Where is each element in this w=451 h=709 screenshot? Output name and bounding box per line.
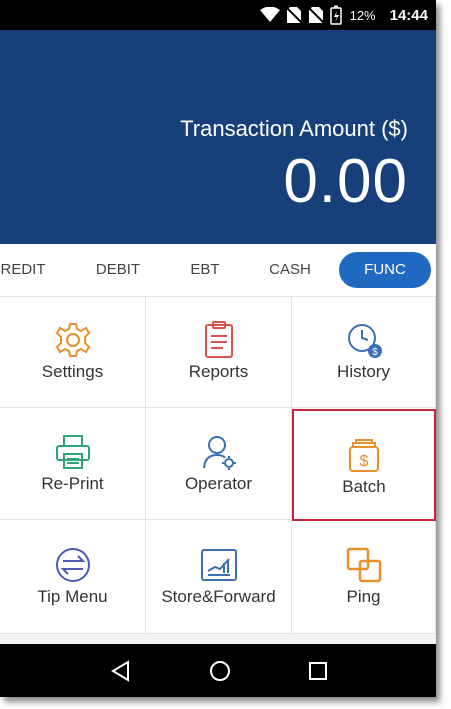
- tab-cash[interactable]: CASH: [258, 244, 322, 296]
- tab-debit[interactable]: DEBIT: [88, 244, 148, 296]
- user-gear-icon: [202, 436, 236, 470]
- clipboard-icon: [204, 321, 233, 358]
- transaction-amount-panel: Transaction Amount ($) 0.00: [0, 30, 436, 244]
- bottom-spacer: [0, 634, 436, 644]
- reprint-button[interactable]: Re-Print: [0, 408, 146, 520]
- tip-menu-button[interactable]: Tip Menu: [0, 521, 146, 634]
- reports-button[interactable]: Reports: [146, 296, 292, 408]
- no-signal-icon: [307, 6, 324, 24]
- recents-square-icon[interactable]: [303, 656, 333, 686]
- function-grid: Settings Reports $ History Re-Print Oper…: [0, 296, 436, 634]
- battery-percent: 12%: [349, 7, 376, 23]
- operator-button[interactable]: Operator: [146, 408, 292, 520]
- batch-button[interactable]: $ Batch: [292, 409, 436, 521]
- transaction-amount-label: Transaction Amount ($): [180, 116, 408, 141]
- tip-menu-label: Tip Menu: [37, 587, 108, 606]
- svg-text:$: $: [372, 347, 378, 358]
- home-circle-icon[interactable]: [205, 656, 235, 686]
- svg-text:$: $: [360, 453, 369, 470]
- wifi-icon: [259, 7, 280, 22]
- device-screen: 12% 14:44 Transaction Amount ($) 0.00 RE…: [0, 0, 436, 697]
- status-bar: 12% 14:44: [0, 0, 436, 30]
- gear-icon: [55, 323, 90, 357]
- ping-label: Ping: [346, 587, 381, 606]
- system-nav-bar: [0, 644, 436, 697]
- payment-type-tabs: REDIT DEBIT EBT CASH FUNC: [0, 244, 436, 297]
- reprint-label: Re-Print: [41, 474, 104, 493]
- no-sim-icon: [285, 6, 302, 24]
- chart-board-icon: [200, 549, 237, 581]
- ping-button[interactable]: Ping: [292, 521, 436, 634]
- back-triangle-icon[interactable]: [106, 656, 136, 686]
- tab-credit[interactable]: REDIT: [0, 244, 48, 296]
- settings-button[interactable]: Settings: [0, 296, 146, 408]
- exchange-arrows-icon: [55, 548, 90, 582]
- transaction-amount-value[interactable]: 0.00: [283, 146, 408, 217]
- history-button[interactable]: $ History: [292, 296, 436, 408]
- history-label: History: [337, 362, 390, 381]
- overlap-squares-icon: [346, 547, 381, 583]
- batch-label: Batch: [342, 477, 386, 496]
- status-icons: 12% 14:44: [259, 0, 428, 30]
- store-forward-button[interactable]: Store&Forward: [146, 521, 292, 634]
- operator-label: Operator: [184, 474, 253, 493]
- settings-label: Settings: [41, 362, 104, 381]
- battery-icon: [329, 5, 342, 25]
- status-clock: 14:44: [389, 6, 428, 24]
- clock-dollar-icon: $: [347, 324, 382, 358]
- store-forward-label: Store&Forward: [161, 587, 276, 606]
- tab-ebt[interactable]: EBT: [178, 244, 232, 296]
- printer-icon: [55, 435, 90, 469]
- tab-func[interactable]: FUNC: [339, 252, 431, 288]
- dollar-batch-icon: $: [349, 439, 379, 472]
- reports-label: Reports: [188, 362, 249, 381]
